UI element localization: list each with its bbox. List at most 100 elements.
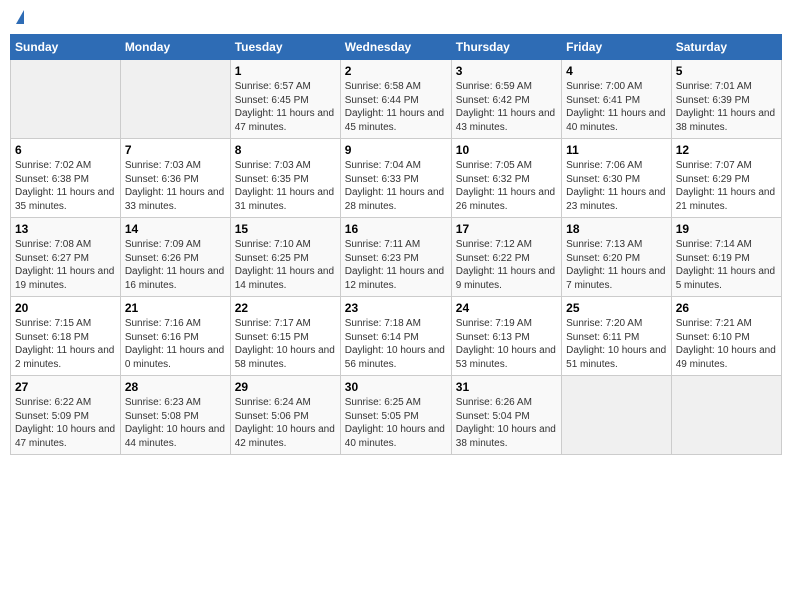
day-info: Sunrise: 7:18 AM Sunset: 6:14 PM Dayligh… (345, 317, 447, 371)
day-number: 31 (456, 380, 557, 394)
day-info: Sunrise: 7:19 AM Sunset: 6:13 PM Dayligh… (456, 317, 557, 371)
calendar-cell: 21Sunrise: 7:16 AM Sunset: 6:16 PM Dayli… (120, 297, 230, 376)
weekday-header-friday: Friday (562, 35, 672, 60)
day-info: Sunrise: 6:25 AM Sunset: 5:05 PM Dayligh… (345, 396, 447, 450)
weekday-header-monday: Monday (120, 35, 230, 60)
day-info: Sunrise: 7:09 AM Sunset: 6:26 PM Dayligh… (125, 238, 226, 292)
day-info: Sunrise: 7:17 AM Sunset: 6:15 PM Dayligh… (235, 317, 336, 371)
weekday-header-wednesday: Wednesday (340, 35, 451, 60)
calendar-cell: 8 Sunrise: 7:03 AM Sunset: 6:35 PM Daylig… (230, 139, 340, 218)
day-info: Sunrise: 7:11 AM Sunset: 6:23 PM Dayligh… (345, 238, 447, 292)
day-info: Sunrise: 6:22 AM Sunset: 5:09 PM Dayligh… (15, 396, 116, 450)
calendar-cell (671, 376, 781, 455)
calendar-week-4: 20 Sunrise: 7:15 AM Sunset: 6:18 PM Dayli… (11, 297, 782, 376)
day-number: 8 (235, 143, 336, 157)
calendar-cell: 18 Sunrise: 7:13 AM Sunset: 6:20 PM Dayli… (562, 218, 672, 297)
day-info: Sunrise: 6:23 AM Sunset: 5:08 PM Dayligh… (125, 396, 226, 450)
header (10, 10, 782, 26)
day-info: Sunrise: 7:12 AM Sunset: 6:22 PM Dayligh… (456, 238, 557, 292)
calendar-cell (11, 60, 121, 139)
day-number: 16 (345, 222, 447, 236)
calendar-cell: 19 Sunrise: 7:14 AM Sunset: 6:19 PM Dayli… (671, 218, 781, 297)
calendar-cell: 12Sunrise: 7:07 AM Sunset: 6:29 PM Dayli… (671, 139, 781, 218)
calendar-cell: 23 Sunrise: 7:18 AM Sunset: 6:14 PM Dayli… (340, 297, 451, 376)
day-info: Sunrise: 6:57 AM Sunset: 6:45 PM Dayligh… (235, 80, 336, 134)
calendar-cell: 31 Sunrise: 6:26 AM Sunset: 5:04 PM Dayli… (451, 376, 561, 455)
calendar-week-2: 6 Sunrise: 7:02 AM Sunset: 6:38 PM Daylig… (11, 139, 782, 218)
day-info: Sunrise: 7:01 AM Sunset: 6:39 PM Dayligh… (676, 80, 777, 134)
calendar-week-1: 1 Sunrise: 6:57 AM Sunset: 6:45 PM Daylig… (11, 60, 782, 139)
weekday-header-thursday: Thursday (451, 35, 561, 60)
day-number: 13 (15, 222, 116, 236)
day-info: Sunrise: 6:26 AM Sunset: 5:04 PM Dayligh… (456, 396, 557, 450)
calendar-cell: 24 Sunrise: 7:19 AM Sunset: 6:13 PM Dayli… (451, 297, 561, 376)
day-number: 12 (676, 143, 777, 157)
weekday-header-row: SundayMondayTuesdayWednesdayThursdayFrid… (11, 35, 782, 60)
day-info: Sunrise: 7:10 AM Sunset: 6:25 PM Dayligh… (235, 238, 336, 292)
calendar-cell: 17Sunrise: 7:12 AM Sunset: 6:22 PM Dayli… (451, 218, 561, 297)
day-number: 19 (676, 222, 777, 236)
calendar-cell: 6 Sunrise: 7:02 AM Sunset: 6:38 PM Daylig… (11, 139, 121, 218)
calendar-cell: 13 Sunrise: 7:08 AM Sunset: 6:27 PM Dayli… (11, 218, 121, 297)
weekday-header-saturday: Saturday (671, 35, 781, 60)
calendar-cell: 2 Sunrise: 6:58 AM Sunset: 6:44 PM Daylig… (340, 60, 451, 139)
day-number: 30 (345, 380, 447, 394)
day-number: 24 (456, 301, 557, 315)
day-info: Sunrise: 7:14 AM Sunset: 6:19 PM Dayligh… (676, 238, 777, 292)
calendar-cell: 9 Sunrise: 7:04 AM Sunset: 6:33 PM Daylig… (340, 139, 451, 218)
calendar-cell: 25Sunrise: 7:20 AM Sunset: 6:11 PM Dayli… (562, 297, 672, 376)
day-number: 18 (566, 222, 667, 236)
day-number: 4 (566, 64, 667, 78)
day-info: Sunrise: 7:00 AM Sunset: 6:41 PM Dayligh… (566, 80, 667, 134)
day-info: Sunrise: 7:15 AM Sunset: 6:18 PM Dayligh… (15, 317, 116, 371)
day-number: 23 (345, 301, 447, 315)
day-number: 28 (125, 380, 226, 394)
calendar-cell: 30 Sunrise: 6:25 AM Sunset: 5:05 PM Dayli… (340, 376, 451, 455)
calendar-cell: 20 Sunrise: 7:15 AM Sunset: 6:18 PM Dayli… (11, 297, 121, 376)
day-info: Sunrise: 6:58 AM Sunset: 6:44 PM Dayligh… (345, 80, 447, 134)
calendar-cell: 10 Sunrise: 7:05 AM Sunset: 6:32 PM Dayli… (451, 139, 561, 218)
calendar-cell (562, 376, 672, 455)
day-number: 7 (125, 143, 226, 157)
calendar-cell: 22 Sunrise: 7:17 AM Sunset: 6:15 PM Dayli… (230, 297, 340, 376)
day-info: Sunrise: 7:06 AM Sunset: 6:30 PM Dayligh… (566, 159, 667, 213)
day-info: Sunrise: 7:05 AM Sunset: 6:32 PM Dayligh… (456, 159, 557, 213)
calendar-cell: 3 Sunrise: 6:59 AM Sunset: 6:42 PM Daylig… (451, 60, 561, 139)
calendar-cell: 5 Sunrise: 7:01 AM Sunset: 6:39 PM Daylig… (671, 60, 781, 139)
day-number: 21 (125, 301, 226, 315)
calendar-cell: 29Sunrise: 6:24 AM Sunset: 5:06 PM Dayli… (230, 376, 340, 455)
calendar-week-3: 13 Sunrise: 7:08 AM Sunset: 6:27 PM Dayli… (11, 218, 782, 297)
day-number: 10 (456, 143, 557, 157)
day-info: Sunrise: 7:03 AM Sunset: 6:35 PM Dayligh… (235, 159, 336, 213)
day-number: 9 (345, 143, 447, 157)
day-number: 1 (235, 64, 336, 78)
calendar-cell: 11 Sunrise: 7:06 AM Sunset: 6:30 PM Dayli… (562, 139, 672, 218)
calendar-cell: 14 Sunrise: 7:09 AM Sunset: 6:26 PM Dayli… (120, 218, 230, 297)
day-number: 6 (15, 143, 116, 157)
day-number: 3 (456, 64, 557, 78)
day-number: 14 (125, 222, 226, 236)
day-number: 2 (345, 64, 447, 78)
day-number: 11 (566, 143, 667, 157)
day-info: Sunrise: 6:59 AM Sunset: 6:42 PM Dayligh… (456, 80, 557, 134)
day-info: Sunrise: 7:02 AM Sunset: 6:38 PM Dayligh… (15, 159, 116, 213)
day-info: Sunrise: 7:13 AM Sunset: 6:20 PM Dayligh… (566, 238, 667, 292)
day-number: 22 (235, 301, 336, 315)
day-info: Sunrise: 7:21 AM Sunset: 6:10 PM Dayligh… (676, 317, 777, 371)
logo-triangle-icon (16, 10, 24, 24)
calendar-cell: 1 Sunrise: 6:57 AM Sunset: 6:45 PM Daylig… (230, 60, 340, 139)
logo (14, 10, 24, 26)
day-info: Sunrise: 7:03 AM Sunset: 6:36 PM Dayligh… (125, 159, 226, 213)
calendar-cell: 27 Sunrise: 6:22 AM Sunset: 5:09 PM Dayli… (11, 376, 121, 455)
calendar-cell: 7 Sunrise: 7:03 AM Sunset: 6:36 PM Daylig… (120, 139, 230, 218)
day-info: Sunrise: 7:04 AM Sunset: 6:33 PM Dayligh… (345, 159, 447, 213)
calendar-cell: 26Sunrise: 7:21 AM Sunset: 6:10 PM Dayli… (671, 297, 781, 376)
day-number: 20 (15, 301, 116, 315)
calendar-week-5: 27 Sunrise: 6:22 AM Sunset: 5:09 PM Dayli… (11, 376, 782, 455)
day-number: 25 (566, 301, 667, 315)
day-info: Sunrise: 7:08 AM Sunset: 6:27 PM Dayligh… (15, 238, 116, 292)
calendar-cell (120, 60, 230, 139)
day-number: 5 (676, 64, 777, 78)
day-number: 27 (15, 380, 116, 394)
calendar-cell: 28 Sunrise: 6:23 AM Sunset: 5:08 PM Dayli… (120, 376, 230, 455)
